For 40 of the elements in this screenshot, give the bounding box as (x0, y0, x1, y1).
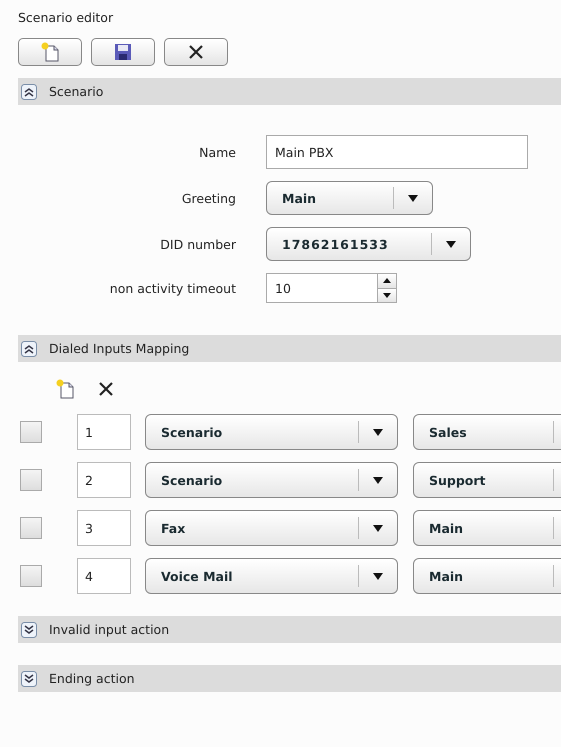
dropdown[interactable]: Main (266, 181, 433, 215)
dropdown[interactable]: 17862161533 (266, 227, 471, 261)
new-document-icon (39, 41, 61, 63)
field-label: DID number (159, 236, 236, 252)
number-spinner[interactable]: 10 (266, 273, 397, 303)
section-header[interactable]: Invalid input action (18, 616, 561, 643)
new-button[interactable] (18, 38, 82, 66)
section-header[interactable]: Scenario (18, 78, 561, 105)
checkbox[interactable] (20, 565, 42, 587)
field-label: Greeting (180, 190, 236, 206)
digit-field[interactable]: 1 (77, 414, 131, 450)
action-dropdown[interactable]: Scenario (145, 414, 398, 450)
section-title: Dialed Inputs Mapping (49, 341, 190, 356)
digit-field[interactable]: 4 (77, 558, 131, 594)
collapse-icon[interactable] (21, 622, 37, 638)
section-title: Invalid input action (49, 622, 170, 637)
collapse-icon[interactable] (21, 84, 37, 100)
checkbox[interactable] (20, 421, 42, 443)
checkbox[interactable] (20, 469, 42, 491)
action-dropdown[interactable]: Fax (145, 510, 398, 546)
close-icon[interactable] (98, 381, 114, 397)
delete-button[interactable] (164, 38, 228, 66)
field-label: non activity timeout (108, 280, 236, 296)
section-header[interactable]: Dialed Inputs Mapping (18, 335, 561, 362)
field-label: Name (198, 144, 236, 160)
action-dropdown[interactable]: Voice Mail (145, 558, 398, 594)
section-title: Ending action (49, 671, 135, 686)
name-field[interactable]: Main PBX (266, 135, 528, 169)
save-button[interactable] (91, 38, 155, 66)
digit-field[interactable]: 2 (77, 462, 131, 498)
collapse-icon[interactable] (21, 670, 37, 686)
collapse-icon[interactable] (21, 340, 37, 356)
section-header[interactable]: Ending action (18, 665, 561, 692)
close-icon (188, 44, 204, 60)
window-title: Scenario editor (17, 10, 114, 27)
section-title: Scenario (49, 84, 104, 99)
new-document-icon[interactable] (54, 378, 76, 400)
checkbox[interactable] (20, 517, 42, 539)
action-dropdown[interactable]: Scenario (145, 462, 398, 498)
digit-field[interactable]: 3 (77, 510, 131, 546)
